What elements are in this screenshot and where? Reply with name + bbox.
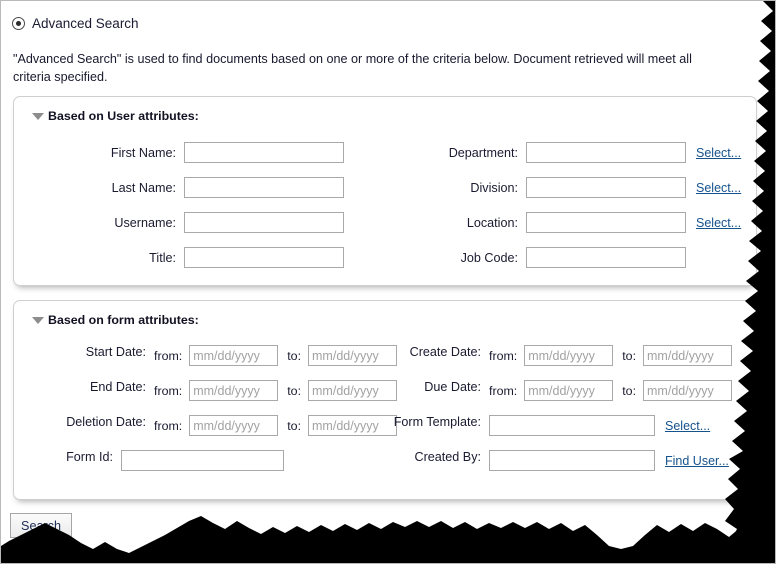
select-department-link[interactable]: Select...: [696, 146, 741, 160]
label-first-name: First Name:: [110, 145, 176, 160]
label-form-id: Form Id:: [66, 450, 113, 464]
label-due-date-from: from:: [489, 383, 518, 398]
input-job-code[interactable]: [526, 247, 686, 268]
input-due-date-from[interactable]: [524, 380, 614, 401]
field-row-job-code: Job Code:: [364, 247, 686, 268]
input-first-name[interactable]: [184, 142, 344, 163]
input-last-name[interactable]: [184, 177, 344, 198]
field-row-create-date: Create Date:: [324, 345, 489, 359]
panel-user-attributes: Based on User attributes: First Name: La…: [13, 96, 757, 286]
field-row-due-date: Due Date:: [324, 380, 489, 394]
label-create-date-to: to:: [622, 348, 637, 363]
select-location-link[interactable]: Select...: [696, 216, 741, 230]
label-division: Division:: [470, 180, 518, 195]
input-form-id[interactable]: [121, 450, 284, 471]
field-row-username: Username:: [14, 212, 344, 233]
label-department: Department:: [448, 145, 518, 160]
input-form-template[interactable]: [489, 415, 655, 436]
field-row-location: Location: Select...: [364, 212, 741, 233]
label-end-date: End Date:: [89, 380, 146, 394]
input-start-date-from[interactable]: [189, 345, 279, 366]
label-start-date: Start Date:: [85, 345, 146, 359]
field-row-deletion-date: Deletion Date:: [14, 415, 154, 429]
label-title: Title:: [149, 250, 176, 265]
field-row-created-by-input: Find User...: [489, 450, 729, 471]
advanced-search-radio-row[interactable]: Advanced Search: [12, 17, 139, 31]
panel-form-attributes-title: Based on form attributes:: [48, 313, 199, 327]
input-create-date-from[interactable]: [524, 345, 614, 366]
field-row-title: Title:: [14, 247, 344, 268]
page-title: Advanced Search: [32, 16, 139, 31]
label-create-date: Create Date:: [409, 345, 481, 359]
panel-user-attributes-header[interactable]: Based on User attributes:: [32, 109, 199, 123]
input-title[interactable]: [184, 247, 344, 268]
label-create-date-from: from:: [489, 348, 518, 363]
label-start-date-to: to:: [287, 348, 302, 363]
description-text: "Advanced Search" is used to find docume…: [13, 52, 692, 84]
field-row-form-template: Form Template:: [324, 415, 489, 429]
select-division-link[interactable]: Select...: [696, 181, 741, 195]
label-form-template: Form Template:: [393, 415, 481, 429]
label-deletion-date-from: from:: [154, 418, 183, 433]
label-due-date-to: to:: [622, 383, 637, 398]
field-row-create-date-inputs: from: to:: [489, 345, 733, 366]
advanced-search-page: Advanced Search "Advanced Search" is use…: [0, 0, 776, 564]
label-username: Username:: [114, 215, 176, 230]
input-deletion-date-from[interactable]: [189, 415, 279, 436]
panel-form-attributes: Based on form attributes: Start Date: fr…: [13, 300, 757, 500]
panel-user-attributes-title: Based on User attributes:: [48, 109, 199, 123]
field-row-end-date: End Date:: [14, 380, 154, 394]
label-location: Location:: [466, 215, 518, 230]
field-row-division: Division: Select...: [364, 177, 741, 198]
select-form-template-link[interactable]: Select...: [665, 419, 710, 433]
field-row-department: Department: Select...: [364, 142, 741, 163]
label-start-date-from: from:: [154, 348, 183, 363]
input-due-date-to[interactable]: [643, 380, 733, 401]
field-row-due-date-inputs: from: to:: [489, 380, 733, 401]
field-row-form-id-input: [121, 450, 284, 471]
label-created-by: Created By:: [414, 450, 482, 464]
field-row-created-by: Created By:: [324, 450, 489, 464]
label-end-date-from: from:: [154, 383, 183, 398]
panel-form-attributes-header[interactable]: Based on form attributes:: [32, 313, 199, 327]
field-row-first-name: First Name:: [14, 142, 344, 163]
input-username[interactable]: [184, 212, 344, 233]
input-department[interactable]: [526, 142, 686, 163]
field-row-form-template-input: Select...: [489, 415, 710, 436]
input-end-date-from[interactable]: [189, 380, 279, 401]
label-due-date: Due Date:: [424, 380, 481, 394]
label-end-date-to: to:: [287, 383, 302, 398]
chevron-down-icon[interactable]: [32, 113, 44, 120]
input-division[interactable]: [526, 177, 686, 198]
field-row-form-id: Form Id:: [14, 450, 121, 464]
label-job-code: Job Code:: [460, 250, 518, 265]
field-row-last-name: Last Name:: [14, 177, 344, 198]
label-deletion-date: Deletion Date:: [66, 415, 146, 429]
label-last-name: Last Name:: [111, 180, 176, 195]
torn-edge-bottom: [1, 516, 775, 563]
input-create-date-to[interactable]: [643, 345, 733, 366]
search-button[interactable]: Search: [10, 513, 72, 538]
label-deletion-date-to: to:: [287, 418, 302, 433]
find-user-link[interactable]: Find User...: [665, 454, 729, 468]
input-location[interactable]: [526, 212, 686, 233]
field-row-start-date: Start Date:: [14, 345, 154, 359]
advanced-search-radio[interactable]: [12, 17, 25, 31]
input-created-by[interactable]: [489, 450, 655, 471]
chevron-down-icon[interactable]: [32, 317, 44, 324]
